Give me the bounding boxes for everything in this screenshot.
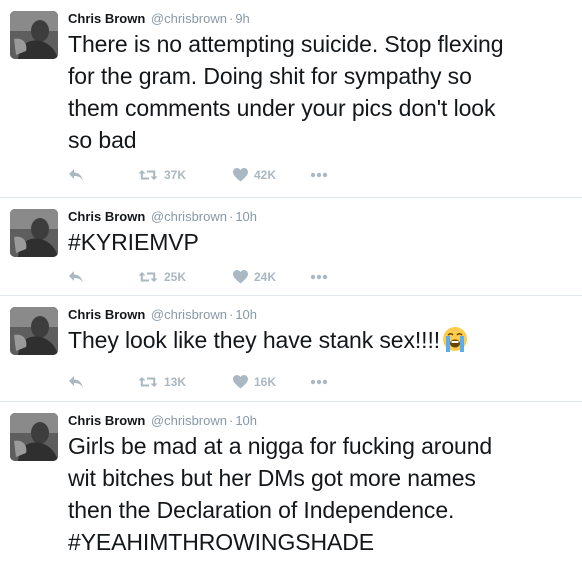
reply-button[interactable] (68, 372, 84, 392)
tweet-text: They look like they have stank sex!!!! (68, 324, 573, 356)
tweet-3[interactable]: Chris Brown @chrisbrown · 10h They look li… (0, 296, 582, 402)
author-handle[interactable]: @chrisbrown (151, 413, 227, 428)
tweet-actions: 13K 16K (68, 372, 368, 392)
like-button[interactable]: 24K (233, 267, 276, 287)
tweet-header: Chris Brown @chrisbrown · 10h (68, 307, 257, 323)
author-name[interactable]: Chris Brown (68, 413, 145, 428)
more-button[interactable] (310, 372, 328, 392)
retweet-count: 37K (164, 168, 187, 182)
avatar[interactable] (10, 209, 58, 257)
timestamp[interactable]: 10h (235, 307, 257, 322)
tweet-text: Girls be mad at a nigga for fucking arou… (68, 433, 493, 555)
separator-dot: · (228, 11, 234, 26)
like-button[interactable]: 42K (233, 165, 276, 185)
reply-icon (69, 376, 83, 388)
more-dots-icon (310, 274, 328, 280)
retweet-button[interactable]: 25K (138, 267, 186, 287)
tweet-header: Chris Brown @chrisbrown · 9h (68, 11, 250, 27)
like-count: 42K (254, 168, 277, 182)
tweet-2[interactable]: Chris Brown @chrisbrown · 10h #KYRIEMVP 25… (0, 198, 582, 296)
more-button[interactable] (310, 165, 328, 185)
tweet-actions: 37K 42K (68, 165, 368, 185)
more-button[interactable] (310, 267, 328, 287)
heart-icon (233, 168, 248, 182)
timestamp[interactable]: 9h (235, 11, 249, 26)
heart-icon (233, 270, 248, 284)
avatar[interactable] (10, 11, 58, 59)
reply-button[interactable] (68, 165, 84, 185)
author-handle[interactable]: @chrisbrown (151, 307, 227, 322)
tweet-4[interactable]: Chris Brown @chrisbrown · 10h Girls be mad… (0, 402, 582, 568)
author-name[interactable]: Chris Brown (68, 307, 145, 322)
author-name[interactable]: Chris Brown (68, 209, 145, 224)
retweet-count: 13K (164, 375, 187, 389)
retweet-icon (138, 170, 158, 180)
reply-icon (69, 271, 83, 283)
reply-button[interactable] (68, 267, 84, 287)
more-dots-icon (310, 172, 328, 178)
avatar[interactable] (10, 307, 58, 355)
retweet-button[interactable]: 37K (138, 165, 186, 185)
author-name[interactable]: Chris Brown (68, 11, 145, 26)
like-count: 24K (254, 270, 277, 284)
tweet-header: Chris Brown @chrisbrown · 10h (68, 413, 257, 429)
tweet-1[interactable]: Chris Brown @chrisbrown · 9h There is no a… (0, 0, 582, 198)
separator-dot: · (228, 209, 234, 224)
separator-dot: · (228, 413, 234, 428)
like-button[interactable]: 16K (233, 372, 276, 392)
tweet-text: #KYRIEMVP (68, 229, 199, 255)
separator-dot: · (228, 307, 234, 322)
timestamp[interactable]: 10h (235, 209, 257, 224)
heart-icon (233, 375, 248, 389)
tweet-text-body: They look like they have stank sex!!!! (68, 327, 441, 353)
retweet-icon (138, 377, 158, 387)
retweet-icon (138, 272, 158, 282)
retweet-count: 25K (164, 270, 187, 284)
like-count: 16K (254, 375, 277, 389)
retweet-button[interactable]: 13K (138, 372, 186, 392)
author-handle[interactable]: @chrisbrown (151, 11, 227, 26)
loudly-crying-face-emoji (443, 327, 468, 352)
timestamp[interactable]: 10h (235, 413, 257, 428)
more-dots-icon (310, 379, 328, 385)
reply-icon (69, 169, 83, 181)
tweet-actions: 25K 24K (68, 267, 368, 287)
tweet-header: Chris Brown @chrisbrown · 10h (68, 209, 257, 225)
author-handle[interactable]: @chrisbrown (151, 209, 227, 224)
avatar[interactable] (10, 413, 58, 461)
tweet-text: There is no attempting suicide. Stop fle… (68, 31, 504, 153)
